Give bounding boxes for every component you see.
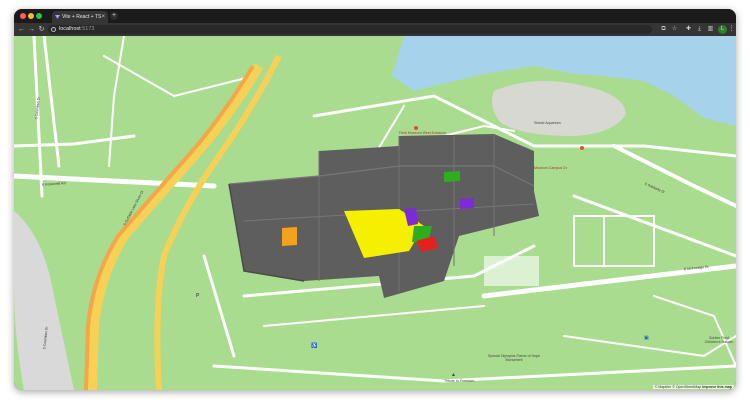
extensions-icon[interactable]: ✚: [684, 25, 693, 34]
accessible-icon: ♿: [311, 343, 318, 349]
bookmark-star-icon[interactable]: ☆: [670, 25, 679, 34]
poi-marker-entrance[interactable]: [414, 126, 418, 130]
address-toolbar: ← → ↻ localhost:5173 ⧉ ☆ ✚ ⤓ ▥ L ⋮: [14, 23, 736, 36]
tab-close-icon[interactable]: ×: [101, 11, 105, 23]
profile-avatar[interactable]: L: [718, 25, 727, 34]
reload-icon[interactable]: ↻: [37, 25, 46, 34]
orange-room: [282, 227, 297, 246]
close-window-icon[interactable]: [20, 13, 26, 19]
zoom-window-icon[interactable]: [36, 13, 42, 19]
improve-map-link[interactable]: Improve this map: [702, 385, 732, 389]
poi-label-shedd: Shedd Aquarium: [534, 121, 561, 125]
minimize-window-icon[interactable]: [28, 13, 34, 19]
bus-stop-icon: ▣: [644, 335, 649, 341]
plaza: [484, 256, 539, 286]
vite-logo-icon: [55, 15, 60, 19]
poi-label-museum-campus: Museum Campus Dr: [534, 166, 567, 170]
browser-window: Vite + React + TS × + ← → ↻ localhost:51…: [14, 9, 736, 390]
tab-bar: Vite + React + TS × +: [14, 9, 736, 23]
map-canvas[interactable]: E Roosevelt Rd S DuSable Lake Shore Dr S…: [14, 36, 736, 390]
url-input[interactable]: localhost:5173: [48, 25, 652, 34]
parking-area: [14, 211, 74, 390]
purple-room: [460, 198, 474, 209]
url-port: :5173: [80, 26, 95, 32]
monument-icon: ▲: [451, 372, 456, 378]
downloads-icon[interactable]: ⤓: [695, 25, 704, 34]
poi-label-tribute: Tribute to Freedom: [444, 379, 475, 383]
forward-icon[interactable]: →: [27, 25, 36, 34]
poi-marker-red[interactable]: [580, 146, 584, 150]
new-tab-button[interactable]: +: [110, 12, 118, 20]
parking-icon: P: [196, 293, 200, 299]
poi-label-olympics: Special Olympics Flame of Hope Monument: [487, 354, 541, 362]
site-info-icon[interactable]: [51, 27, 56, 32]
shedd-aquarium-area: [492, 81, 626, 136]
menu-icon[interactable]: ⋮: [727, 25, 736, 34]
translate-icon[interactable]: ⧉: [659, 25, 668, 34]
map-attribution: © Maptiler © OpenStreetMap Improve this …: [652, 385, 734, 389]
url-host: localhost: [59, 26, 81, 32]
sidepanel-icon[interactable]: ▥: [706, 25, 715, 34]
back-icon[interactable]: ←: [17, 25, 26, 34]
poi-label-field-museum-entrance: Field Museum West Entrance: [399, 131, 447, 135]
tab-title: Vite + React + TS: [62, 14, 102, 20]
green-room: [444, 171, 460, 182]
tab-vite-app[interactable]: Vite + React + TS ×: [52, 11, 108, 23]
poi-label-soldier-field: Soldier Field Children's Garden: [704, 336, 734, 344]
map-base-svg: [14, 36, 736, 390]
attribution-text: © Maptiler © OpenStreetMap: [654, 385, 702, 389]
